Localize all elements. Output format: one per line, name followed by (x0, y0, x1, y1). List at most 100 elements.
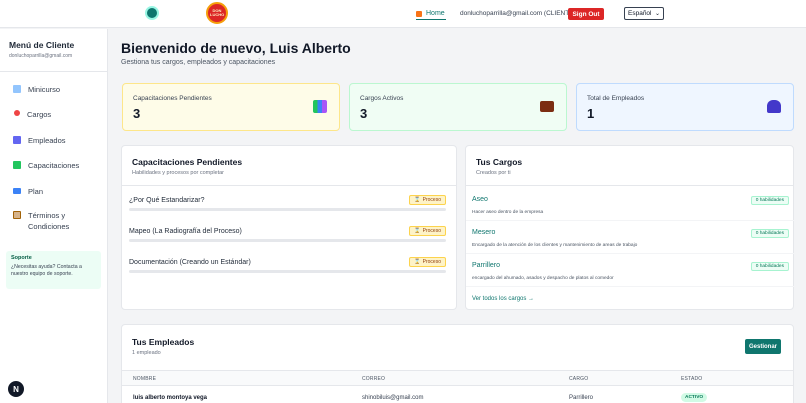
status-text: Proceso (422, 259, 441, 265)
card-title: Tus Cargos (476, 157, 523, 167)
card-subtitle: Creados por ti (476, 170, 511, 176)
brand-logo-icon[interactable] (145, 6, 159, 20)
cargo-title: Aseo (472, 196, 488, 203)
row-divider (466, 253, 794, 254)
top-navbar: DON LUCHO Home donluchoparrilla@gmail.co… (0, 0, 806, 28)
stat-value: 3 (360, 106, 368, 121)
nav-home-link[interactable]: Home (416, 10, 445, 17)
sidebar-item-label-line2: Condiciones (28, 222, 70, 231)
stat-label: Capacitaciones Pendientes (133, 95, 212, 102)
card-subtitle: Habilidades y procesos por completar (132, 170, 225, 176)
sidebar-email: donluchoparrilla@gmail.com (9, 53, 73, 59)
hourglass-icon: ⌛ (414, 228, 421, 234)
books-icon (13, 161, 21, 169)
nav-home-label: Home (426, 10, 445, 17)
home-icon (416, 10, 422, 17)
skills-badge: 0 habilidades (750, 229, 789, 238)
row-divider (466, 286, 794, 287)
books-icon (313, 100, 327, 113)
sidebar-item-label-line1: Términos y (28, 211, 66, 220)
stat-card-cargos: Cargos Activos 3 (349, 83, 567, 131)
column-header: ESTADO (681, 376, 703, 382)
employee-email: shinobiluis@gmail.com (362, 395, 424, 401)
restaurant-logo-icon[interactable]: DON LUCHO (206, 2, 228, 24)
status-badge: ACTIVO (681, 393, 708, 402)
status-text: Proceso (422, 197, 441, 203)
column-header: CARGO (569, 376, 589, 382)
progress-bar (129, 208, 446, 211)
empleados-card: Tus Empleados 1 empleado Gestionar NOMBR… (121, 324, 794, 403)
sidebar-divider (0, 71, 107, 72)
signout-button[interactable]: Sign Out (568, 8, 604, 20)
book-icon (13, 85, 21, 93)
see-all-cargos-link[interactable]: Ver todos los cargos → (472, 296, 534, 302)
status-badge: ⌛ Proceso (409, 257, 446, 267)
sidebar-item-terminos[interactable]: Términos y Condiciones (13, 210, 69, 232)
restaurant-logo-text: DON LUCHO (210, 8, 225, 17)
status-text: Proceso (422, 228, 441, 234)
briefcase-icon (540, 101, 554, 112)
sidebar-item-label: Minicurso (28, 85, 61, 94)
card-subtitle: 1 empleado (132, 350, 161, 356)
sidebar-item-capacitaciones[interactable]: Capacitaciones (13, 160, 79, 171)
card-divider (122, 185, 456, 186)
status-badge: ⌛ Proceso (409, 195, 446, 205)
sidebar-item-label: Capacitaciones (28, 161, 80, 170)
sidebar-item-plan[interactable]: Plan (13, 186, 43, 197)
stat-label: Cargos Activos (360, 95, 404, 102)
cargo-desc: encargado del ahumado, asados y despacho… (472, 276, 614, 281)
page-title: Bienvenido de nuevo, Luis Alberto (121, 40, 351, 56)
capacitacion-title: ¿Por Qué Estandarizar? (129, 197, 205, 204)
next-badge[interactable]: N (8, 381, 24, 397)
cargo-desc: Encargado de la atención de los clientes… (472, 243, 638, 248)
employee-name: luis alberto montoya vega (133, 395, 208, 401)
users-icon (767, 100, 781, 113)
cargo-title: Parrillero (472, 262, 501, 269)
sidebar-item-cargos[interactable]: Cargos (13, 109, 51, 120)
user-label: donluchoparrilla@gmail.com (CLIENT) (460, 10, 572, 17)
pin-icon (14, 110, 20, 116)
support-title: Soporte (11, 255, 32, 261)
sidebar-item-empleados[interactable]: Empleados (13, 135, 66, 146)
support-text: ¿Necesitas ayuda? Contacta a nuestro equ… (11, 264, 82, 277)
card-divider (466, 185, 793, 186)
sidebar-item-label: Plan (28, 187, 44, 196)
sidebar-title: Menú de Cliente (9, 40, 75, 50)
card-title: Tus Empleados (132, 337, 195, 347)
sidebar-item-label: Empleados (28, 136, 66, 145)
language-select[interactable]: Español ⌄ (624, 7, 664, 20)
progress-bar (129, 239, 446, 242)
cargo-desc: Hacer aseo dentro de la empresa (472, 210, 544, 215)
column-header: NOMBRE (133, 376, 157, 382)
stat-card-capacitaciones: Capacitaciones Pendientes 3 (122, 83, 340, 131)
language-value: Español (628, 10, 652, 17)
skills-badge: 0 habilidades (750, 196, 789, 205)
users-icon (13, 136, 21, 144)
stat-label: Total de Empleados (587, 95, 645, 102)
hourglass-icon: ⌛ (414, 259, 421, 265)
hourglass-icon: ⌛ (414, 197, 421, 203)
capacitaciones-card: Capacitaciones Pendientes Habilidades y … (121, 145, 457, 310)
sidebar-item-label: Cargos (27, 110, 52, 119)
stat-value: 1 (587, 106, 595, 121)
stat-card-empleados: Total de Empleados 1 (576, 83, 794, 131)
capacitacion-title: Documentación (Creando un Estándar) (129, 259, 251, 266)
support-box: Soporte ¿Necesitas ayuda? Contacta a nue… (6, 251, 101, 289)
sidebar-item-minicurso[interactable]: Minicurso (13, 84, 60, 95)
column-header: CORREO (362, 376, 386, 382)
cargo-title: Mesero (472, 229, 496, 236)
manage-employees-button[interactable]: Gestionar (745, 339, 781, 354)
card-title: Capacitaciones Pendientes (132, 157, 243, 167)
table-header: NOMBRE CORREO CARGO ESTADO (122, 370, 793, 386)
stat-value: 3 (133, 106, 141, 121)
clipboard-icon (13, 211, 21, 219)
nav-home-underline (416, 19, 446, 20)
progress-bar (129, 270, 446, 273)
cargos-card: Tus Cargos Creados por ti Aseo Hacer ase… (465, 145, 794, 310)
page-subtitle: Gestiona tus cargos, empleados y capacit… (121, 59, 276, 66)
employee-role: Parrillero (569, 395, 594, 401)
sidebar-item-label: Términos y Condiciones (28, 210, 69, 232)
skills-badge: 0 habilidades (750, 262, 789, 271)
capacitacion-title: Mapeo (La Radiografía del Proceso) (129, 228, 242, 235)
sidebar: Menú de Cliente donluchoparrilla@gmail.c… (0, 29, 108, 403)
